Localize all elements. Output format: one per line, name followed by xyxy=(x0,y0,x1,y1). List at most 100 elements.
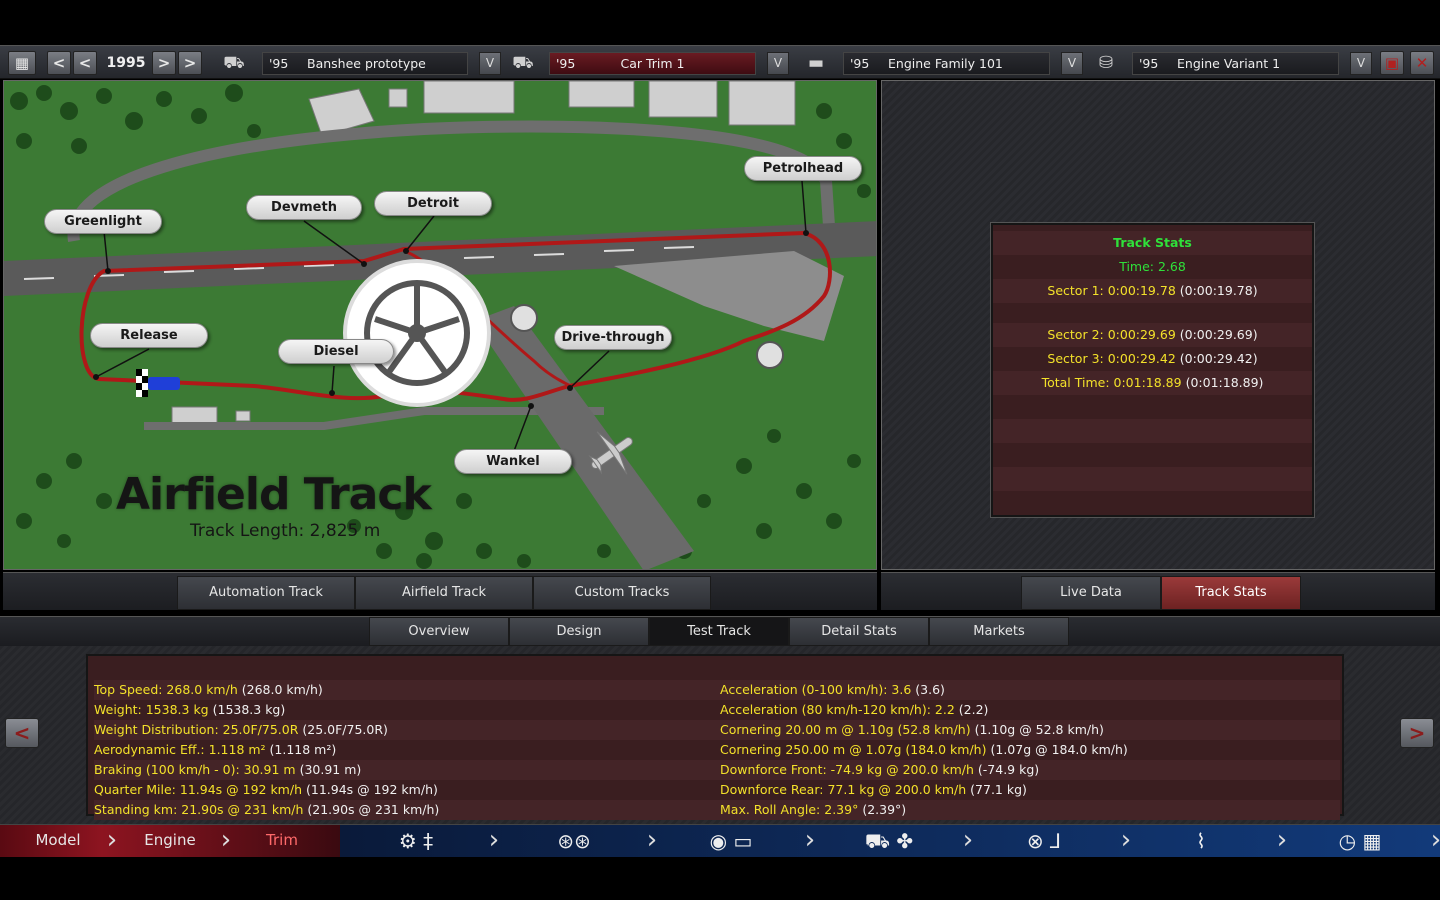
stat-ref: (268.0 km/h) xyxy=(241,682,323,697)
suspension-icon[interactable]: ⌇ xyxy=(1186,827,1216,855)
tab-airfield-track[interactable]: Airfield Track xyxy=(355,576,533,610)
stat-ref: (30.91 m) xyxy=(299,762,362,777)
stat-weight-distribution: Weight Distribution: 25.0F/75.0R xyxy=(94,722,299,737)
total-time: Total Time: 0:01:18.89 xyxy=(1041,375,1182,390)
stat-row: Top Speed: 268.0 km/h (268.0 km/h) Accel… xyxy=(94,680,1340,700)
stat-row: Aerodynamic Eff.: 1.118 m² (1.118 m²) Co… xyxy=(94,740,1340,760)
corner-label-detroit: Detroit xyxy=(374,191,492,216)
engine-family-year: '95 xyxy=(850,56,870,71)
stat-ref: (3.6) xyxy=(915,682,945,697)
interior-steering-icon[interactable]: ⊗ ⅃ xyxy=(1014,827,1074,855)
chevron-right-icon: › xyxy=(1428,825,1440,857)
nav-engine[interactable]: Engine xyxy=(130,825,210,857)
track-stats-title: Track Stats xyxy=(993,231,1312,255)
tab-detail-stats[interactable]: Detail Stats xyxy=(789,617,929,646)
stat-row: Braking (100 km/h - 0): 30.91 m (30.91 m… xyxy=(94,760,1340,780)
nav-model[interactable]: Model xyxy=(20,825,96,857)
track-stats-box: Track Stats Time: 2.68 Sector 1: 0:00:19… xyxy=(991,223,1314,517)
stat-ref: (1.07g @ 184.0 km/h) xyxy=(990,742,1128,757)
stat-ref: (25.0F/75.0R) xyxy=(302,722,388,737)
corner-label-release: Release xyxy=(90,323,208,348)
corner-label-diesel: Diesel xyxy=(278,339,394,364)
stat-ref: (11.94s @ 192 km/h) xyxy=(305,782,438,797)
stat-row: Standing km: 21.90s @ 231 km/h (21.90s @… xyxy=(94,800,1340,820)
empty-row xyxy=(993,467,1312,491)
trim-dropdown-button[interactable]: V xyxy=(767,52,789,75)
empty-row xyxy=(993,491,1312,515)
sector-3-row: Sector 3: 0:00:29.42 (0:00:29.42) xyxy=(993,347,1312,371)
track-tabs: Automation Track Airfield Track Custom T… xyxy=(3,572,877,610)
engine-variant-icon: ⛁ xyxy=(1098,53,1114,73)
model-dropdown-button[interactable]: V xyxy=(479,52,501,75)
brakes-chassis-icon[interactable]: ◉ ▭ xyxy=(696,827,766,855)
stat-ref: (1.10g @ 52.8 km/h) xyxy=(974,722,1104,737)
stat-ref: (77.1 kg) xyxy=(970,782,1027,797)
trim-select[interactable]: '95 Car Trim 1 xyxy=(549,52,756,75)
tab-track-stats[interactable]: Track Stats xyxy=(1161,576,1301,610)
top-selector-bar: ▦ < < 1995 > > ⛟ '95 Banshee prototype V… xyxy=(0,45,1440,79)
test-track-flag-icon[interactable]: ◷ ▦ xyxy=(1330,827,1390,855)
body-fan-icon[interactable]: ⛟ ✤ xyxy=(834,827,944,855)
trim-name: Car Trim 1 xyxy=(620,56,685,71)
stat-row: Weight Distribution: 25.0F/75.0R (25.0F/… xyxy=(94,720,1340,740)
nav-trim[interactable]: Trim xyxy=(246,825,318,857)
sector-1-row: Sector 1: 0:00:19.78 (0:00:19.78) xyxy=(993,279,1312,303)
chevron-right-icon: › xyxy=(646,825,658,855)
track-time: Time: 2.68 xyxy=(1119,259,1186,274)
chevron-right-icon: › xyxy=(106,825,118,855)
sector-2-row: Sector 2: 0:00:29.69 (0:00:29.69) xyxy=(993,323,1312,347)
stat-downforce-rear: Downforce Rear: 77.1 kg @ 200.0 km/h xyxy=(720,782,967,797)
year-display: 1995 xyxy=(106,55,146,71)
stat-ref: (1538.3 kg) xyxy=(212,702,286,717)
tab-markets[interactable]: Markets xyxy=(929,617,1069,646)
tab-overview[interactable]: Overview xyxy=(369,617,509,646)
tab-custom-tracks[interactable]: Custom Tracks xyxy=(533,576,711,610)
tab-automation-track[interactable]: Automation Track xyxy=(177,576,355,610)
sector-1-ref: (0:00:19.78) xyxy=(1179,283,1258,298)
car-model-icon: ⛟ xyxy=(223,53,245,73)
engine-family-select[interactable]: '95 Engine Family 101 xyxy=(843,52,1050,75)
year-prev-fast-button[interactable]: < xyxy=(47,51,71,75)
track-length: Track Length: 2,825 m xyxy=(190,521,381,541)
engine-variant-select[interactable]: '95 Engine Variant 1 xyxy=(1132,52,1339,75)
gearbox-icon[interactable]: ⚙ ‡ xyxy=(388,827,444,855)
right-panel-tabs: Live Data Track Stats xyxy=(881,572,1435,610)
chevron-right-icon: › xyxy=(1120,825,1132,855)
wheels-icon[interactable]: ⊛⊛ xyxy=(546,827,602,855)
stat-downforce-front: Downforce Front: -74.9 kg @ 200.0 km/h xyxy=(720,762,974,777)
stat-ref: (21.90s @ 231 km/h) xyxy=(307,802,440,817)
stat-quarter-mile: Quarter Mile: 11.94s @ 192 km/h xyxy=(94,782,302,797)
tab-test-track[interactable]: Test Track xyxy=(649,617,789,646)
engine-variant-year: '95 xyxy=(1139,56,1159,71)
year-next-button[interactable]: > xyxy=(152,51,176,75)
tab-design[interactable]: Design xyxy=(509,617,649,646)
close-icon[interactable]: ✕ xyxy=(1410,51,1434,75)
empty-row xyxy=(993,443,1312,467)
next-page-button[interactable]: > xyxy=(1400,718,1434,748)
engine-family-dropdown-button[interactable]: V xyxy=(1061,52,1083,75)
engine-variant-dropdown-button[interactable]: V xyxy=(1350,52,1372,75)
engine-family-icon: ▬ xyxy=(807,53,825,73)
year-next-fast-button[interactable]: > xyxy=(178,51,202,75)
track-map: Greenlight Devmeth Detroit Petrolhead Re… xyxy=(3,80,877,570)
stat-ref: (2.39°) xyxy=(862,802,907,817)
stat-braking: Braking (100 km/h - 0): 30.91 m xyxy=(94,762,296,777)
stat-cornering-20: Cornering 20.00 m @ 1.10g (52.8 km/h) xyxy=(720,722,971,737)
stat-accel-80-120: Acceleration (80 km/h-120 km/h): 2.2 xyxy=(720,702,955,717)
corner-label-drive-through: Drive-through xyxy=(554,325,672,350)
stat-cornering-250: Cornering 250.00 m @ 1.07g (184.0 km/h) xyxy=(720,742,987,757)
car-stats-area: < > Top Speed: 268.0 km/h (268.0 km/h) A… xyxy=(0,646,1440,824)
save-icon[interactable]: ▣ xyxy=(1380,51,1404,75)
model-select[interactable]: '95 Banshee prototype xyxy=(262,52,468,75)
track-title: Airfield Track xyxy=(116,469,432,520)
tab-live-data[interactable]: Live Data xyxy=(1021,576,1161,610)
car-stats-tabs: Overview Design Test Track Detail Stats … xyxy=(0,616,1440,646)
stat-top-speed: Top Speed: 268.0 km/h xyxy=(94,682,238,697)
chevron-right-icon: › xyxy=(962,825,974,855)
year-prev-button[interactable]: < xyxy=(73,51,97,75)
stat-ref: (1.118 m²) xyxy=(269,742,337,757)
corner-label-devmeth: Devmeth xyxy=(246,195,362,220)
calendar-icon[interactable]: ▦ xyxy=(8,51,36,75)
prev-page-button[interactable]: < xyxy=(5,718,39,748)
stat-ref: (-74.9 kg) xyxy=(977,762,1040,777)
